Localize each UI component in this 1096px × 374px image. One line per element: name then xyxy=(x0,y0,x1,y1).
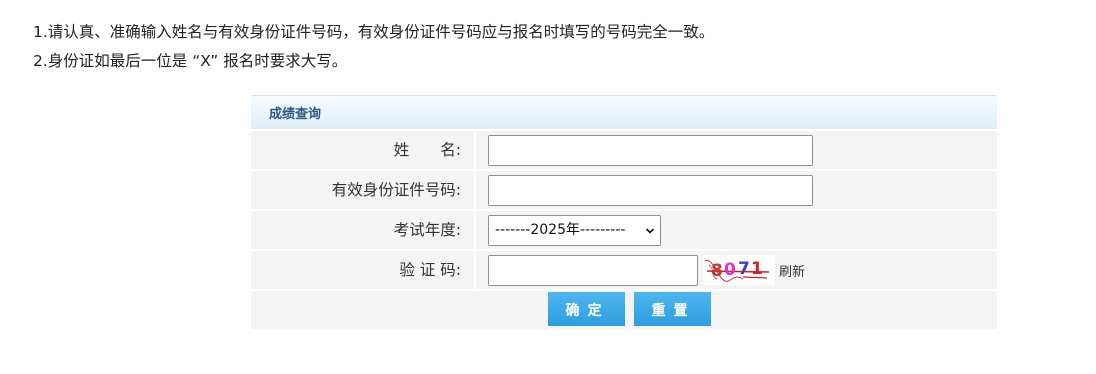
instructions: 1.请认真、准确输入姓名与有效身份证件号码，有效身份证件号码应与报名时填写的号码… xyxy=(33,18,714,76)
captcha-label: 验 证 码: xyxy=(251,251,474,289)
id-number-input[interactable] xyxy=(488,174,813,206)
name-row: 姓 名: xyxy=(251,131,997,169)
captcha-row: 验 证 码: 8 0 7 1 刷新 xyxy=(251,251,997,289)
chevron-down-icon xyxy=(645,227,655,234)
year-row: 考试年度: -------2025年--------- xyxy=(251,211,997,249)
id-label: 有效身份证件号码: xyxy=(251,171,474,209)
instruction-line-1: 1.请认真、准确输入姓名与有效身份证件号码，有效身份证件号码应与报名时填写的号码… xyxy=(33,23,715,41)
id-row: 有效身份证件号码: xyxy=(251,171,997,209)
name-input[interactable] xyxy=(488,134,813,166)
score-query-panel: 成绩查询 姓 名: 有效身份证件号码: 考试年度: -------2025年--… xyxy=(251,95,997,329)
svg-text:0: 0 xyxy=(724,260,736,280)
year-select[interactable]: -------2025年--------- xyxy=(488,214,661,246)
panel-title: 成绩查询 xyxy=(269,107,322,122)
instruction-line-2: 2.身份证如最后一位是 “X” 报名时要求大写。 xyxy=(33,52,348,70)
submit-button[interactable]: 确定 xyxy=(548,292,625,326)
year-select-value: -------2025年--------- xyxy=(495,221,626,238)
button-row: 确定 重置 xyxy=(251,291,997,329)
svg-text:8: 8 xyxy=(711,261,723,281)
year-label: 考试年度: xyxy=(251,211,474,249)
captcha-input[interactable] xyxy=(488,254,698,286)
name-label: 姓 名: xyxy=(251,131,474,169)
svg-text:7: 7 xyxy=(738,259,750,279)
refresh-captcha-link[interactable]: 刷新 xyxy=(779,261,805,280)
svg-text:1: 1 xyxy=(751,259,763,279)
panel-header: 成绩查询 xyxy=(251,95,997,129)
captcha-image[interactable]: 8 0 7 1 xyxy=(703,255,775,285)
reset-button[interactable]: 重置 xyxy=(634,292,711,326)
